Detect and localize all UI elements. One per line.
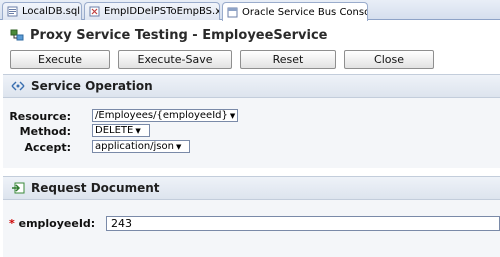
execute-button[interactable]: Execute	[10, 50, 110, 69]
tab-label: Oracle Service Bus Consol...	[242, 6, 367, 18]
section-title: Request Document	[31, 181, 160, 195]
dropdown-arrow-icon: ▼	[135, 126, 141, 135]
service-operation-body: Resource: /Employees/{employeeId} ▼ Meth…	[3, 98, 500, 168]
dropdown-arrow-icon: ▼	[175, 142, 182, 151]
tab-localdb-sql[interactable]: LocalDB.sql	[2, 2, 82, 20]
close-button[interactable]: Close	[344, 50, 434, 69]
required-marker: *	[9, 217, 15, 230]
resource-value: /Employees/{employeeId}	[95, 110, 228, 121]
service-operation-icon	[11, 81, 25, 91]
accept-label: Accept:	[24, 141, 71, 154]
tab-label: LocalDB.sql	[22, 6, 80, 17]
sql-file-icon	[7, 6, 18, 17]
tab-empid-xqy[interactable]: EmpIDDelPSToEmpBS.xqy	[84, 2, 220, 20]
tab-osb-console[interactable]: Oracle Service Bus Consol... ×	[222, 2, 368, 21]
method-select[interactable]: DELETE ▼	[92, 124, 150, 137]
page-title: Proxy Service Testing - EmployeeService	[30, 27, 328, 43]
section-title: Service Operation	[31, 79, 153, 93]
toolbar: Execute Execute-Save Reset Close	[0, 49, 500, 71]
page-header: Proxy Service Testing - EmployeeService	[0, 21, 500, 49]
method-label: Method:	[19, 125, 71, 138]
xquery-file-icon	[89, 6, 100, 17]
resource-select[interactable]: /Employees/{employeeId} ▼	[92, 109, 238, 122]
employee-id-label: * employeeId:	[9, 217, 95, 230]
tab-label: EmpIDDelPSToEmpBS.xqy	[104, 6, 219, 17]
employee-id-value: 243	[111, 217, 132, 230]
reset-button[interactable]: Reset	[240, 50, 336, 69]
method-value: DELETE	[95, 125, 134, 136]
accept-value: application/json	[95, 141, 174, 152]
employee-id-input[interactable]: 243	[106, 216, 500, 231]
editor-tab-strip: LocalDB.sql EmpIDDelPSToEmpBS.xqy Oracle…	[0, 0, 500, 21]
dropdown-arrow-icon: ▼	[229, 111, 236, 120]
request-document-header: Request Document	[3, 176, 500, 200]
employee-id-label-text: employeeId:	[18, 217, 96, 230]
request-document-icon	[12, 182, 25, 194]
service-operation-header: Service Operation	[3, 74, 500, 98]
accept-select[interactable]: application/json ▼	[92, 140, 190, 153]
request-document-body: * employeeId: 243	[3, 200, 500, 257]
resource-label: Resource:	[9, 110, 71, 123]
execute-save-button[interactable]: Execute-Save	[118, 50, 232, 69]
proxy-service-icon	[10, 29, 24, 41]
console-page-icon	[227, 7, 238, 17]
